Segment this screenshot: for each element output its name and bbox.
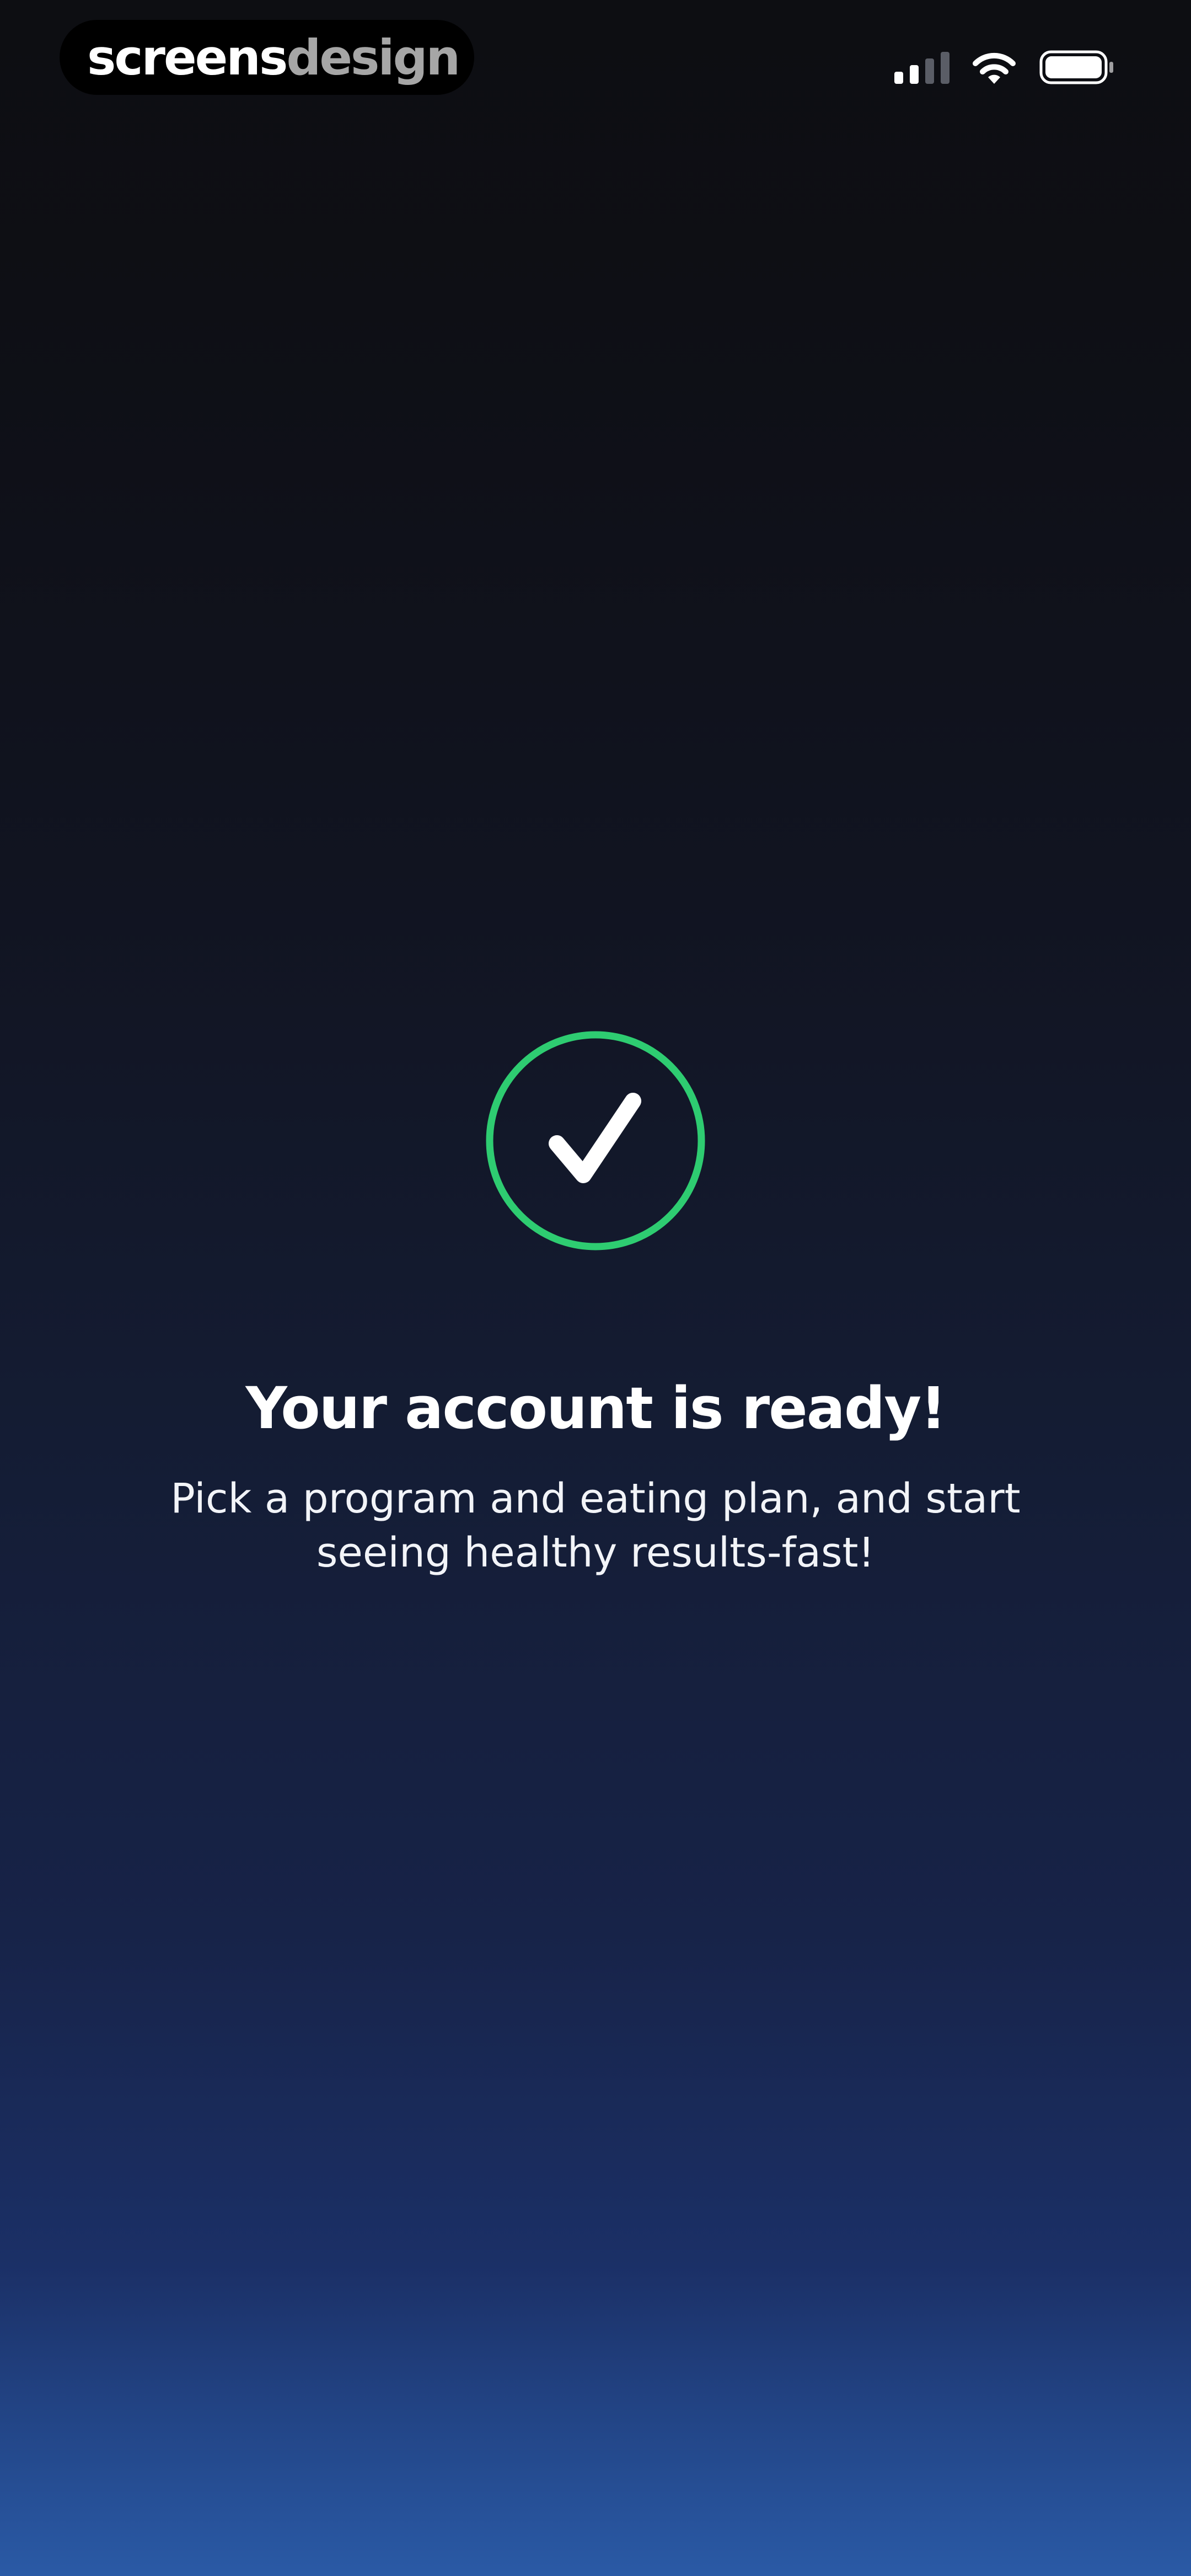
page-subtitle: Pick a program and eating plan, and star… [170, 1475, 1021, 1576]
cellular-signal-icon [894, 51, 949, 84]
brand-logo-primary: screens [87, 29, 288, 86]
brand-logo: screens design [60, 20, 474, 95]
status-icons [894, 50, 1115, 85]
brand-logo-secondary: design [286, 29, 460, 86]
battery-icon [1039, 50, 1115, 85]
page-title: Your account is ready! [245, 1375, 946, 1442]
wifi-icon [970, 50, 1018, 85]
status-bar: screens design [0, 0, 1191, 121]
check-circle-icon [485, 1030, 706, 1251]
